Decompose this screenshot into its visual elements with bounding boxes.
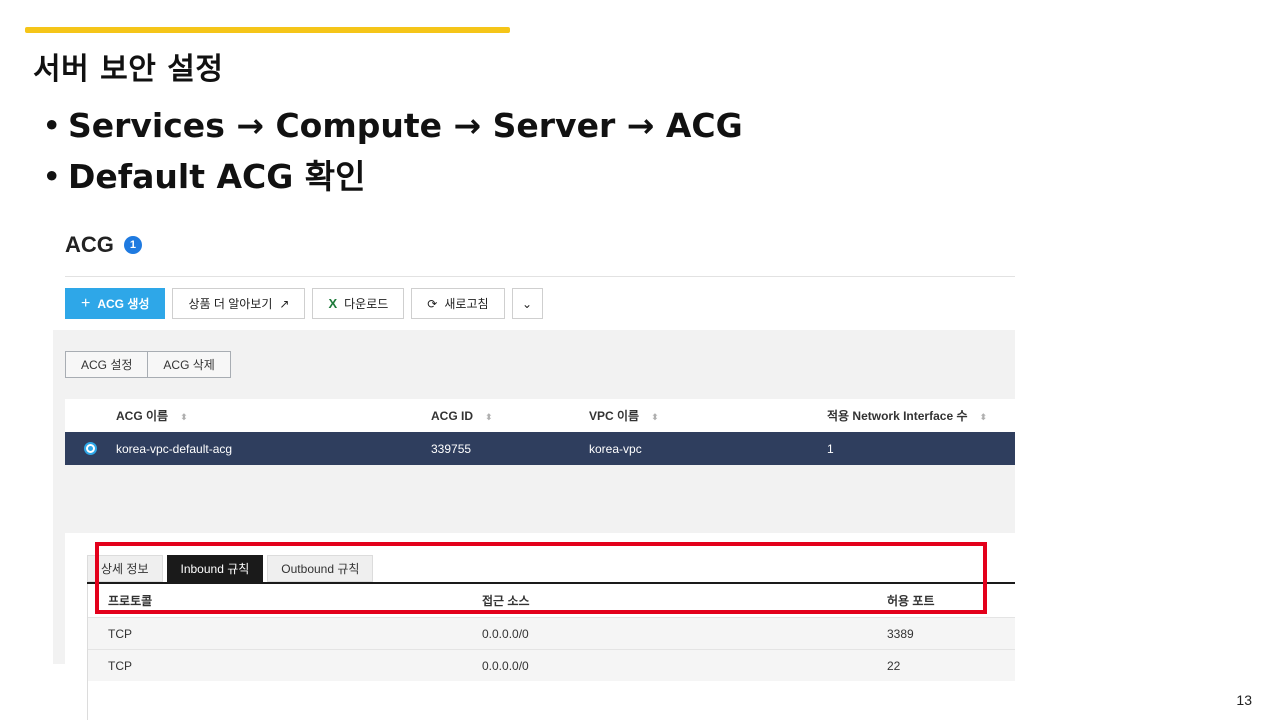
column-header[interactable]: ACG ID ⬍	[431, 409, 589, 423]
page-title: ACG	[65, 232, 114, 257]
learn-more-label: 상품 더 알아보기	[188, 297, 273, 311]
vpc-name-cell: korea-vpc	[589, 441, 642, 456]
source-cell: 0.0.0.0/0	[482, 626, 529, 641]
title-accent-bar	[25, 27, 510, 33]
toolbar: + ACG 생성 상품 더 알아보기 ↗ X 다운로드 ⟳ 새로고침 ⌄	[65, 288, 543, 319]
external-link-icon: ↗	[279, 296, 290, 311]
nic-count-cell: 1	[827, 441, 834, 456]
source-cell: 0.0.0.0/0	[482, 658, 529, 673]
download-button[interactable]: X 다운로드	[312, 288, 405, 319]
column-header[interactable]: 적용 Network Interface 수 ⬍	[827, 407, 1015, 424]
row-radio[interactable]	[84, 442, 97, 455]
bullet-text: Default ACG 확인	[68, 157, 366, 196]
acg-actions: ACG 설정 ACG 삭제	[65, 351, 231, 378]
count-badge: 1	[123, 236, 142, 254]
bullet-dot: •	[42, 157, 62, 196]
refresh-icon: ⟳	[427, 296, 438, 311]
sort-icon: ⬍	[979, 412, 988, 422]
column-header[interactable]: VPC 이름 ⬍	[589, 407, 827, 424]
acg-table: ACG 이름 ⬍ ACG ID ⬍ VPC 이름 ⬍ 적용 Network Inter…	[65, 399, 1015, 720]
plus-icon: +	[81, 294, 91, 312]
bullet-dot: •	[42, 106, 62, 145]
sort-icon: ⬍	[651, 412, 659, 422]
bullet-item: • Default ACG 확인	[42, 151, 743, 202]
create-acg-button[interactable]: + ACG 생성	[65, 288, 166, 319]
port-cell: 3389	[887, 626, 914, 641]
protocol-cell: TCP	[108, 626, 132, 641]
slide-title: 서버 보안 설정	[33, 52, 224, 87]
chevron-down-icon: ⌄	[522, 296, 533, 311]
rule-row: TCP 0.0.0.0/0 22	[88, 649, 1015, 681]
rules-highlight-box	[95, 542, 987, 614]
protocol-cell: TCP	[108, 658, 132, 673]
bullet-list: • Services → Compute → Server → ACG • Defa…	[42, 100, 743, 202]
refresh-label: 새로고침	[444, 297, 489, 311]
acg-delete-button[interactable]: ACG 삭제	[148, 351, 231, 378]
bullet-text: Services → Compute → Server → ACG	[68, 106, 743, 145]
more-options-button[interactable]: ⌄	[511, 288, 543, 319]
page-number: 13	[1236, 692, 1252, 708]
column-label: VPC 이름	[589, 409, 640, 423]
create-acg-label: ACG 생성	[97, 297, 150, 311]
column-header[interactable]: ACG 이름 ⬍	[116, 407, 431, 424]
rule-row: TCP 0.0.0.0/0 3389	[88, 617, 1015, 649]
sort-icon: ⬍	[180, 412, 188, 422]
sort-icon: ⬍	[485, 411, 493, 422]
column-label: 적용 Network Interface 수	[827, 409, 968, 423]
refresh-button[interactable]: ⟳ 새로고침	[411, 288, 505, 319]
acg-header: ACG 1	[65, 232, 142, 258]
acg-id-cell: 339755	[431, 441, 472, 456]
header-divider	[65, 276, 1015, 277]
table-header: ACG 이름 ⬍ ACG ID ⬍ VPC 이름 ⬍ 적용 Network Inter…	[65, 399, 1015, 432]
column-label: ACG ID	[431, 408, 473, 423]
learn-more-button[interactable]: 상품 더 알아보기 ↗	[172, 288, 306, 319]
download-label: 다운로드	[344, 297, 389, 311]
column-label: ACG 이름	[116, 409, 169, 423]
port-cell: 22	[887, 658, 901, 673]
table-row[interactable]: korea-vpc-default-acg 339755 korea-vpc 1	[65, 432, 1015, 465]
acg-name-cell: korea-vpc-default-acg	[116, 441, 233, 456]
bullet-item: • Services → Compute → Server → ACG	[42, 100, 743, 151]
excel-icon: X	[328, 296, 338, 311]
acg-settings-button[interactable]: ACG 설정	[65, 351, 149, 378]
